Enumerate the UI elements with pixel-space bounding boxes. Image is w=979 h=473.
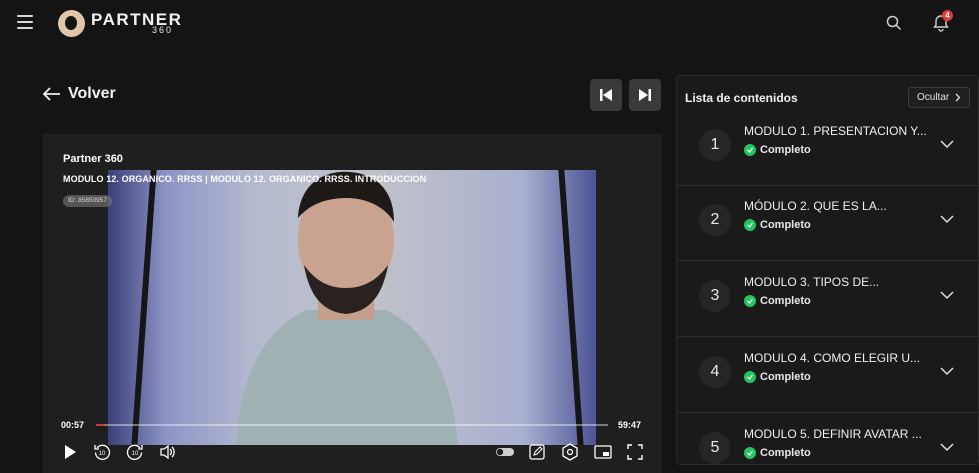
- chevron-down-icon[interactable]: [940, 290, 954, 300]
- presenter-image: [236, 171, 458, 445]
- module-status: Completo: [744, 144, 811, 156]
- module-number: 4: [699, 356, 731, 388]
- svg-text:10: 10: [99, 451, 106, 457]
- hide-panel-button[interactable]: Ocultar: [908, 87, 971, 108]
- module-status-label: Completo: [760, 371, 811, 383]
- module-title: MODULO 3. TIPOS DE...: [744, 275, 880, 289]
- check-icon: [744, 371, 756, 383]
- module-number: 5: [699, 432, 731, 464]
- notes-icon: [529, 444, 545, 460]
- video-player[interactable]: Partner 360 MODULO 12. ORGANICO. RRSS | …: [43, 134, 662, 473]
- module-number: 3: [699, 280, 731, 312]
- top-bar: PARTNER 360 4: [0, 0, 979, 48]
- toggle-icon: [496, 448, 514, 456]
- rewind-10-button[interactable]: 10: [91, 441, 113, 463]
- module-status: Completo: [744, 371, 811, 383]
- module-item[interactable]: 4 MODULO 4. COMO ELEGIR U... Completo: [677, 338, 978, 413]
- progress-fill: [96, 424, 105, 426]
- chevron-down-icon[interactable]: [940, 214, 954, 224]
- previous-lesson-button[interactable]: [590, 79, 622, 111]
- forward-10-icon: 10: [126, 444, 143, 460]
- video-id-badge: ID: 85850957: [63, 195, 113, 207]
- forward-10-button[interactable]: 10: [124, 441, 146, 463]
- back-link[interactable]: Volver: [43, 85, 116, 103]
- rewind-10-icon: 10: [94, 444, 111, 460]
- module-item[interactable]: 1 MODULO 1. PRESENTACION Y... Completo: [677, 111, 978, 186]
- logo-icon: [58, 10, 85, 37]
- chevron-right-icon: [955, 93, 961, 102]
- module-item[interactable]: 5 MODULO 5. DEFINIR AVATAR ... Completo: [677, 414, 978, 464]
- next-lesson-button[interactable]: [629, 79, 661, 111]
- hide-label: Ocultar: [917, 92, 950, 103]
- settings-button[interactable]: [559, 441, 581, 463]
- pip-button[interactable]: [592, 441, 614, 463]
- video-frame: [108, 170, 596, 445]
- module-title: MODULO 5. DEFINIR AVATAR ...: [744, 427, 922, 441]
- module-status-label: Completo: [760, 447, 811, 459]
- check-icon: [744, 219, 756, 231]
- fullscreen-icon: [627, 444, 643, 460]
- brand-sub: 360: [152, 25, 174, 35]
- module-item[interactable]: 2 MÓDULO 2. QUE ES LA... Completo: [677, 186, 978, 261]
- module-item[interactable]: 3 MODULO 3. TIPOS DE... Completo: [677, 262, 978, 337]
- player-subtitle: MODULO 12. ORGANICO. RRSS | MODULO 12. O…: [63, 174, 427, 184]
- play-icon: [65, 445, 76, 459]
- content-list-panel: Lista de contenidos Ocultar 1 MODULO 1. …: [676, 75, 979, 465]
- arrow-left-icon: [43, 87, 60, 101]
- volume-button[interactable]: [157, 441, 179, 463]
- total-time: 59:47: [618, 420, 642, 430]
- check-icon: [744, 447, 756, 459]
- check-icon: [744, 295, 756, 307]
- module-number: 1: [699, 129, 731, 161]
- module-number: 2: [699, 204, 731, 236]
- back-label: Volver: [68, 85, 116, 102]
- progress-bar[interactable]: [96, 424, 608, 426]
- play-button[interactable]: [59, 441, 81, 463]
- search-icon[interactable]: [886, 15, 902, 31]
- skip-previous-icon: [600, 89, 612, 101]
- module-title: MODULO 4. COMO ELEGIR U...: [744, 351, 921, 365]
- module-status: Completo: [744, 295, 811, 307]
- chevron-down-icon[interactable]: [940, 442, 954, 452]
- current-time: 00:57: [61, 420, 85, 430]
- module-title: MÓDULO 2. QUE ES LA...: [744, 199, 887, 213]
- module-status-label: Completo: [760, 219, 811, 231]
- module-status: Completo: [744, 219, 811, 231]
- fullscreen-button[interactable]: [624, 441, 646, 463]
- volume-icon: [160, 444, 175, 460]
- chevron-down-icon[interactable]: [940, 366, 954, 376]
- notification-badge: 4: [942, 10, 953, 21]
- panel-title: Lista de contenidos: [685, 91, 798, 105]
- player-title: Partner 360: [63, 153, 123, 165]
- chevron-down-icon[interactable]: [940, 139, 954, 149]
- module-status-label: Completo: [760, 295, 811, 307]
- pip-icon: [594, 445, 612, 459]
- autoplay-toggle[interactable]: [494, 441, 516, 463]
- module-title: MODULO 1. PRESENTACION Y...: [744, 124, 927, 138]
- skip-next-icon: [639, 89, 651, 101]
- svg-text:10: 10: [132, 451, 139, 457]
- module-status-label: Completo: [760, 144, 811, 156]
- module-status: Completo: [744, 447, 811, 459]
- check-icon: [744, 144, 756, 156]
- settings-icon: [562, 443, 578, 461]
- notes-button[interactable]: [526, 441, 548, 463]
- menu-icon[interactable]: [17, 15, 33, 29]
